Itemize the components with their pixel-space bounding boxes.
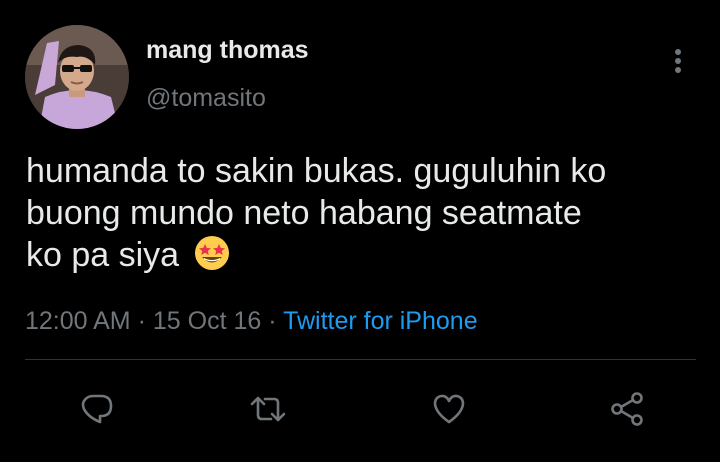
tweet-text: humanda to sakin bukas. guguluhin ko buo… [26, 150, 696, 276]
tweet-meta: 12:00 AM · 15 Oct 16 · Twitter for iPhon… [25, 307, 478, 336]
more-options-icon[interactable] [668, 46, 688, 76]
like-icon [431, 391, 467, 432]
star-struck-emoji-icon [193, 234, 231, 272]
retweet-icon [249, 391, 287, 432]
retweet-button[interactable] [246, 389, 290, 433]
tweet-card: mang thomas @tomasito humanda to sakin b… [0, 0, 720, 462]
reply-icon [79, 391, 115, 432]
divider [25, 359, 696, 360]
like-button[interactable] [427, 389, 471, 433]
share-button[interactable] [605, 389, 649, 433]
reply-button[interactable] [75, 389, 119, 433]
avatar[interactable] [25, 25, 129, 129]
display-name[interactable]: mang thomas [146, 36, 309, 65]
meta-separator: · [137, 307, 146, 335]
tweet-text-line: buong mundo neto habang seatmate [26, 194, 582, 232]
tweet-text-line: humanda to sakin bukas. guguluhin ko [26, 152, 607, 190]
user-handle[interactable]: @tomasito [146, 84, 266, 113]
tweet-text-line: ko pa siya [26, 236, 180, 274]
tweet-source-link[interactable]: Twitter for iPhone [283, 307, 478, 335]
tweet-time: 12:00 AM [25, 307, 131, 335]
meta-separator: · [268, 307, 277, 335]
share-icon [609, 391, 645, 432]
tweet-date: 15 Oct 16 [152, 307, 262, 335]
